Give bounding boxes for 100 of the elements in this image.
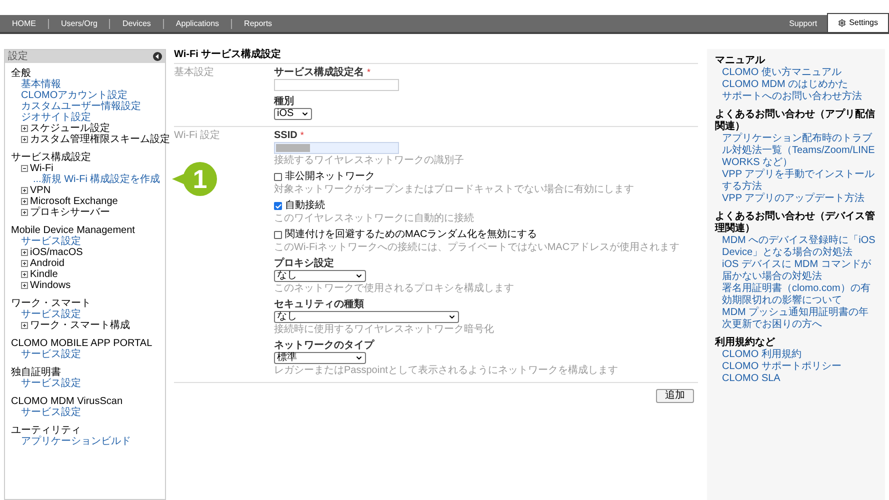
tree-item[interactable]: スケジュール設定 [30, 123, 110, 134]
expand-icon[interactable] [21, 125, 28, 132]
field-label: サービス構成設定名 [274, 67, 364, 78]
callout-pointer-icon [172, 173, 186, 185]
sidebar-section-title: サービス構成設定 [11, 152, 92, 163]
field-label: セキュリティの種類 [274, 299, 364, 310]
nav-tab[interactable]: Applications [164, 15, 232, 32]
tree-item[interactable]: プロキシサーバー [30, 207, 110, 218]
field-hint: 対象ネットワークがオープンまたはブロードキャストでない場合に有効にします [274, 184, 635, 195]
help-link[interactable]: 署名用証明書（clomo.com）の有効期限切れの影響について [715, 283, 877, 307]
section-label: 基本設定 [174, 67, 215, 78]
field-hint: 接続時に使用するワイヤレスネットワーク暗号化 [274, 324, 495, 335]
nav-tab[interactable]: Users/Org [49, 15, 110, 32]
field-hint: レガシーまたはPasspointとして表示されるようにネットワークを構成します [274, 365, 619, 376]
tree-item[interactable]: Kindle [30, 269, 58, 280]
field-hint: このネットワークで使用されるプロキシを構成します [274, 283, 515, 294]
sidebar-link[interactable]: ジオサイト設定 [21, 112, 91, 123]
help-link[interactable]: サポートへのお問い合わせ方法 [715, 91, 877, 103]
settings-icon [838, 19, 846, 27]
required-mark: * [367, 67, 371, 78]
expand-icon[interactable] [21, 282, 28, 289]
sidebar-section-title: CLOMO MDM VirusScan [11, 396, 124, 407]
help-link[interactable]: アプリケーション配布時のトラブル対処法一覧（Teams/Zoom/LINE WORKS など） [715, 133, 877, 169]
checkbox-label: 関連付けを回避するためのMACランダム化を無効にする [285, 229, 538, 241]
nav-tab[interactable]: Support [779, 15, 828, 32]
field-hint: 接続するワイヤレスネットワークの識別子 [274, 155, 465, 166]
sidebar-section-title: 全般 [11, 68, 31, 79]
sidebar-link[interactable]: 基本情報 [21, 79, 61, 90]
sidebar-section-title: Mobile Device Management [11, 225, 136, 236]
nav-tab[interactable]: HOME [0, 15, 48, 32]
sidebar-section-title: 独自証明書 [11, 367, 61, 378]
chevron-down-icon [355, 272, 363, 280]
chevron-down-icon [355, 354, 363, 362]
tree-item[interactable]: Wi-Fi [30, 163, 54, 174]
nav-tab[interactable]: Settings [827, 13, 889, 32]
sidebar-link[interactable]: サービス設定 [21, 378, 81, 389]
tree-item[interactable]: VPN [30, 185, 51, 196]
sidebar-link[interactable]: サービス設定 [21, 309, 81, 320]
expand-icon[interactable] [21, 260, 28, 267]
expand-icon[interactable] [21, 136, 28, 143]
nav-tab[interactable]: Devices [110, 15, 163, 32]
sidebar-link[interactable]: サービス設定 [21, 407, 81, 418]
help-heading: 利用規約など [715, 337, 776, 348]
text-field[interactable] [274, 79, 399, 91]
check-icon [274, 202, 282, 210]
collapse-sidebar-icon[interactable] [153, 52, 162, 61]
checkbox-label: 自動接続 [285, 200, 325, 212]
sidebar-link[interactable]: CLOMOアカウント設定 [21, 90, 128, 101]
checkbox-label: 非公開ネットワーク [285, 171, 375, 183]
select-field[interactable]: なし [274, 270, 366, 282]
chevron-down-icon [301, 110, 309, 118]
sidebar-link[interactable]: アプリケーションビルド [21, 436, 131, 447]
select-field[interactable]: なし [274, 311, 459, 323]
expand-icon[interactable] [21, 249, 28, 256]
help-link[interactable]: CLOMO サポートポリシー [715, 361, 877, 373]
expand-icon[interactable] [21, 209, 28, 216]
checkbox[interactable] [274, 231, 282, 239]
sidebar-link[interactable]: ...新規 Wi-Fi 構成設定を作成 [33, 174, 160, 185]
help-link[interactable]: MDM プッシュ通知用証明書の年次更新でお困りの方へ [715, 307, 877, 331]
callout-badge: 1 [183, 162, 217, 196]
sidebar-link[interactable]: サービス設定 [21, 236, 81, 247]
help-heading: マニュアル [715, 55, 766, 67]
help-heading: よくあるお問い合わせ（デバイス管理関連） [715, 211, 876, 234]
sidebar-section-title: ユーティリティ [11, 425, 82, 436]
ssid-field[interactable] [274, 142, 399, 154]
sidebar-section-title: ワーク・スマート [11, 298, 92, 309]
expand-icon[interactable] [21, 271, 28, 278]
tree-item[interactable]: ワーク・スマート構成 [30, 320, 130, 331]
expand-icon[interactable] [21, 187, 28, 194]
checkbox[interactable] [274, 173, 282, 181]
field-label: ネットワークのタイプ [274, 340, 374, 351]
required-mark: * [300, 130, 304, 141]
expand-icon[interactable] [21, 322, 28, 329]
sidebar-section-title: CLOMO MOBILE APP PORTAL [11, 338, 154, 349]
help-link[interactable]: iOS デバイスに MDM コマンドが届かない場合の対処法 [715, 259, 877, 283]
help-link[interactable]: CLOMO 利用規約 [715, 349, 877, 361]
collapse-icon[interactable] [21, 165, 28, 172]
sidebar-link[interactable]: サービス設定 [21, 349, 81, 360]
tree-item[interactable]: Android [30, 258, 64, 269]
tree-item[interactable]: iOS/macOS [30, 247, 83, 258]
help-link[interactable]: VPP アプリを手動でインストールする方法 [715, 169, 877, 193]
field-label: 種別 [274, 96, 294, 107]
tree-item[interactable]: カスタム管理権限スキーム設定 [30, 134, 170, 145]
section-label: Wi-Fi 設定 [174, 130, 222, 141]
page-title: Wi-Fi サービス構成設定 [174, 49, 698, 64]
help-link[interactable]: VPP アプリのアップデート方法 [715, 193, 877, 205]
add-button[interactable]: 追加 [656, 389, 694, 403]
tree-item[interactable]: Microsoft Exchange [30, 196, 118, 207]
help-link[interactable]: CLOMO SLA [715, 373, 877, 385]
chevron-down-icon [448, 313, 456, 321]
tree-item[interactable]: Windows [30, 280, 71, 291]
help-link[interactable]: CLOMO MDM のはじめかた [715, 79, 877, 91]
field-hint: このWi-Fiネットワークへの接続には、プライベートではないMACアドレスが使用されます [274, 242, 680, 253]
sidebar-title: 設定 [8, 52, 28, 62]
sidebar-link[interactable]: カスタムユーザー情報設定 [21, 101, 141, 112]
select-field[interactable]: 標準 [274, 352, 366, 364]
nav-tab[interactable]: Reports [232, 15, 284, 32]
select-field[interactable]: iOS [274, 108, 312, 120]
expand-icon[interactable] [21, 198, 28, 205]
help-link[interactable]: CLOMO 使い方マニュアル [715, 67, 877, 79]
